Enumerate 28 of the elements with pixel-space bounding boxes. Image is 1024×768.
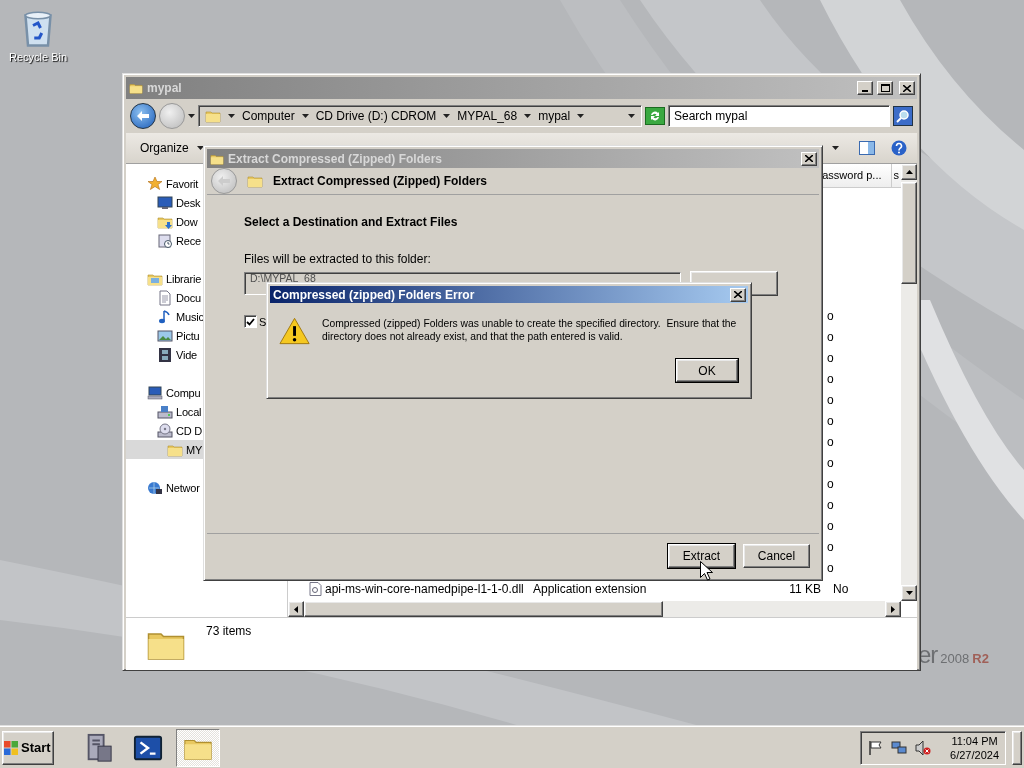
table-cell: o [827,560,834,575]
status-text: 73 items [206,624,252,640]
field-label: Files will be extracted to this folder: [244,252,432,266]
section-heading: Select a Destination and Extract Files [244,215,459,229]
table-cell: o [827,455,834,470]
table-cell: o [827,392,834,407]
dialog-heading: Extract Compressed (Zipped) Folders [273,174,488,188]
window-title: mypal [147,81,183,95]
table-cell: o [827,329,834,344]
table-cell-text: No [832,581,850,596]
table-cell: o [827,434,834,449]
dialog-title: Compressed (zipped) Folders Error [273,287,476,302]
dialog-title: Extract Compressed (Zipped) Folders [228,151,444,166]
table-cell: o [827,539,834,554]
checkbox-label: S [259,315,267,328]
table-cell: o [827,497,834,512]
table-cell: o [827,371,834,386]
table-cell: o [827,476,834,491]
error-message: Compressed (zipped) Folders was unable to create the specified directory. Ensure that the directory does not already exist, and that the path entered is valid. [322,317,738,344]
table-cell: o [827,413,834,428]
wallpaper-brand-text: R2 [972,651,989,666]
table-cell-text: 11 KB [788,581,821,596]
table-cell: o [827,350,834,365]
table-cell-text: api-ms-win-core-namedpipe-l1-1-0.dll [325,581,525,596]
table-cell: o [827,518,834,533]
table-cell: o [827,308,834,323]
table-cell-text: Application extension [533,581,648,596]
wallpaper-brand-text: 2008 [940,651,970,666]
